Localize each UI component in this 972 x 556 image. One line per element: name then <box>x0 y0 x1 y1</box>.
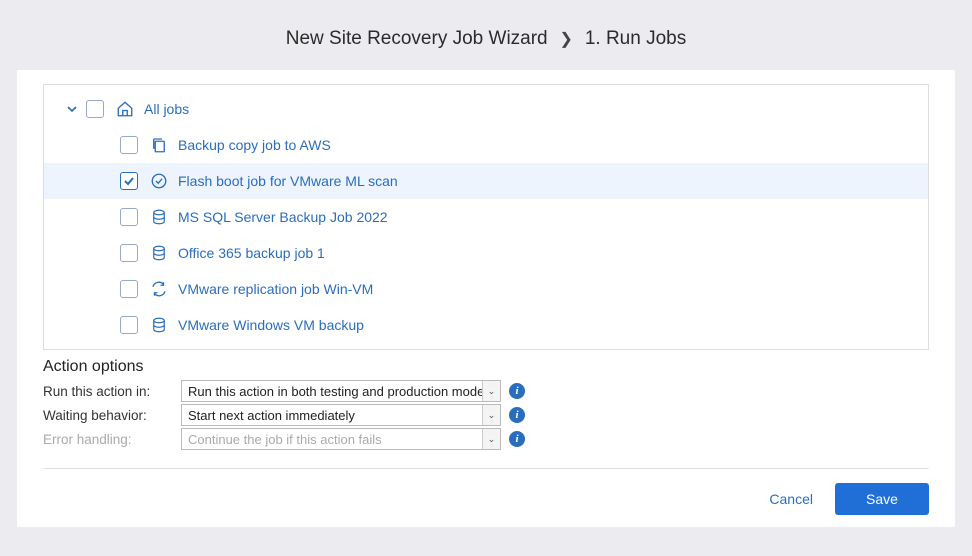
tree-job-row[interactable]: Flash boot job for VMware ML scan <box>44 163 928 199</box>
wizard-title: New Site Recovery Job Wizard <box>286 28 548 49</box>
job-checkbox[interactable] <box>120 208 138 226</box>
main-panel: All jobs Backup copy job to AWS Flash boo… <box>17 70 955 527</box>
error-handling-select: Continue the job if this action fails ⌄ <box>181 428 501 450</box>
job-checkbox[interactable] <box>120 316 138 334</box>
run-action-value: Run this action in both testing and prod… <box>188 384 484 399</box>
tree-job-row[interactable]: VMware Windows VM backup <box>44 307 928 343</box>
cancel-button[interactable]: Cancel <box>769 491 813 507</box>
job-label: VMware Windows VM backup <box>178 317 364 333</box>
db-icon <box>148 242 170 264</box>
dropdown-arrow-icon: ⌄ <box>482 429 500 449</box>
tree-job-row[interactable]: VMware replication job Win-VM <box>44 271 928 307</box>
job-label: Flash boot job for VMware ML scan <box>178 173 398 189</box>
breadcrumb-separator: ❯ <box>560 31 573 48</box>
error-handling-value: Continue the job if this action fails <box>188 432 382 447</box>
replicate-icon <box>148 278 170 300</box>
waiting-behavior-value: Start next action immediately <box>188 408 355 423</box>
tree-job-row[interactable]: Office 365 backup job 1 <box>44 235 928 271</box>
waiting-behavior-select[interactable]: Start next action immediately ⌄ <box>181 404 501 426</box>
job-label: Backup copy job to AWS <box>178 137 331 153</box>
root-checkbox[interactable] <box>86 100 104 118</box>
job-label: MS SQL Server Backup Job 2022 <box>178 209 388 225</box>
job-checkbox[interactable] <box>120 172 138 190</box>
error-handling-label: Error handling: <box>43 432 181 447</box>
error-handling-row: Error handling: Continue the job if this… <box>43 428 955 450</box>
info-icon[interactable]: i <box>509 407 525 423</box>
tree-job-row[interactable]: MS SQL Server Backup Job 2022 <box>44 199 928 235</box>
db-icon <box>148 206 170 228</box>
wizard-step: 1. Run Jobs <box>585 28 686 49</box>
footer: Cancel Save <box>17 469 955 515</box>
save-button[interactable]: Save <box>835 483 929 515</box>
copy-icon <box>148 134 170 156</box>
job-checkbox[interactable] <box>120 280 138 298</box>
job-checkbox[interactable] <box>120 244 138 262</box>
run-action-row: Run this action in: Run this action in b… <box>43 380 955 402</box>
chevron-down-icon[interactable] <box>62 103 82 115</box>
root-label: All jobs <box>144 101 189 117</box>
tree-job-row[interactable]: Backup copy job to AWS <box>44 127 928 163</box>
flash-icon <box>148 170 170 192</box>
home-icon <box>114 98 136 120</box>
info-icon[interactable]: i <box>509 431 525 447</box>
wizard-header: New Site Recovery Job Wizard ❯ 1. Run Jo… <box>0 0 972 70</box>
run-action-select[interactable]: Run this action in both testing and prod… <box>181 380 501 402</box>
action-options-title: Action options <box>43 358 955 376</box>
db-icon <box>148 314 170 336</box>
dropdown-arrow-icon[interactable]: ⌄ <box>482 381 500 401</box>
job-checkbox[interactable] <box>120 136 138 154</box>
waiting-behavior-row: Waiting behavior: Start next action imme… <box>43 404 955 426</box>
dropdown-arrow-icon[interactable]: ⌄ <box>482 405 500 425</box>
job-label: Office 365 backup job 1 <box>178 245 325 261</box>
job-label: VMware replication job Win-VM <box>178 281 373 297</box>
tree-root-row[interactable]: All jobs <box>44 91 928 127</box>
waiting-behavior-label: Waiting behavior: <box>43 408 181 423</box>
run-action-label: Run this action in: <box>43 384 181 399</box>
info-icon[interactable]: i <box>509 383 525 399</box>
jobs-tree: All jobs Backup copy job to AWS Flash boo… <box>43 84 929 350</box>
